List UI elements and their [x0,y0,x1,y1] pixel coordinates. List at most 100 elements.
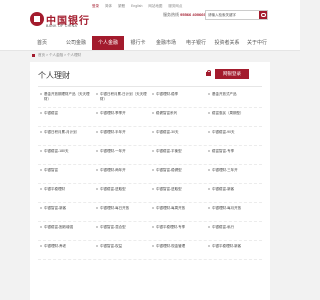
product-link[interactable]: 基金开放期理财产品（天天理财） [40,92,94,107]
row-separator [38,183,262,184]
bullet-icon [96,150,98,152]
product-link[interactable]: 中银稳富-固收增强 [40,225,94,240]
product-link[interactable]: 中银理财-每周开放 [152,206,206,221]
product-link[interactable]: 中银理财-每日开放 [96,206,150,221]
product-link[interactable]: 中银智富-混合型 [96,225,150,240]
bank-logo[interactable]: 中国银行 BANK OF CHINA [30,12,89,34]
bullet-icon [96,188,98,190]
bullet-icon [208,150,210,152]
bullet-icon [208,169,210,171]
nav-item-about[interactable]: 关于中行 [244,36,270,50]
product-label: 中银稳富 [44,111,58,115]
util-link-branches[interactable]: 服务网点 [168,4,182,8]
product-link[interactable]: 中银智富 [40,168,94,183]
product-label: 中银智富-混合型 [100,225,126,229]
bullet-icon [96,245,98,247]
product-link[interactable]: 稳富惠民（周期型） [208,111,262,126]
product-link[interactable]: 中银理财-稳享 [152,92,206,107]
util-link-traditional[interactable]: 繁體 [118,4,125,8]
hotline-label: 服务热线 [163,12,179,17]
bullet-icon [152,207,154,209]
product-link[interactable]: 中银稳富-平衡型 [152,149,206,164]
product-label: 基金开放期理财产品（天天理财） [44,92,90,101]
bullet-icon [40,169,42,171]
product-link[interactable]: 中银稳富-新客 [208,187,262,202]
nav-item-markets[interactable]: 金融市场 [152,36,180,50]
product-link[interactable]: 中银理财-两年开 [96,168,150,183]
product-link[interactable]: 中银理财-一年开 [96,149,150,164]
nav-item-personal[interactable]: 个人金融 [92,36,124,50]
search-icon[interactable] [259,11,267,19]
product-link[interactable]: 稳健智富系列 [152,111,206,126]
bullet-icon [208,112,210,114]
bullet-icon [152,150,154,152]
product-label: 中银稳富-90天 [212,130,235,134]
row-separator [38,145,262,146]
bullet-icon [96,93,98,95]
product-link[interactable]: 中银智富-权益 [96,244,150,259]
bullet-icon [208,188,210,190]
product-link[interactable]: 中银稳富-进取型 [96,187,150,202]
utility-links: 登录 简体 繁體 English 网站地图 服务网点 [92,4,187,9]
product-label: 中银稳富-私行 [212,225,235,229]
product-link[interactable]: 中银理财-三年开 [208,168,262,183]
nav-item-investor[interactable]: 投资者关系 [212,36,242,50]
product-link[interactable]: 中银平稳理财-专享 [152,225,206,240]
product-link[interactable]: 中银平稳理财-新客 [208,244,262,259]
product-link[interactable]: 中银平稳理财 [40,187,94,202]
bullet-icon [208,93,210,95]
product-label: 中银稳富-进取型 [100,187,126,191]
product-link[interactable]: 中银智富-稳健型 [152,168,206,183]
product-link[interactable]: 中银稳富-180天 [40,149,94,164]
product-link[interactable]: 中银智富-进取型 [152,187,206,202]
top-bar: 中国银行 BANK OF CHINA 登录 简体 繁體 English 网站地图… [0,0,300,36]
product-link[interactable]: 中银稳富-30天 [152,130,206,145]
page: 中国银行 BANK OF CHINA 登录 简体 繁體 English 网站地图… [0,0,300,300]
product-link[interactable]: 中银理财-半年开 [96,130,150,145]
product-label: 中银理财-一年开 [100,149,126,153]
util-link-login[interactable]: 登录 [92,4,99,8]
logo-english-name: BANK OF CHINA [46,24,78,28]
nav-item-home[interactable]: 首页 [30,36,54,50]
nav-item-cards[interactable]: 银行卡 [126,36,150,50]
product-link[interactable]: 中银稳富-90天 [208,130,262,145]
product-label: 稳健智富系列 [156,111,177,115]
breadcrumb-personal[interactable]: 个人金融 [49,53,63,57]
search-input[interactable] [208,12,258,18]
row-separator [38,107,262,108]
product-link[interactable]: 中银智富-新客 [40,206,94,221]
util-link-simplified[interactable]: 简体 [105,4,112,8]
row-separator [38,164,262,165]
util-link-sitemap[interactable]: 网站地图 [148,4,162,8]
product-link[interactable]: 中银日积月累-日计划（天天理财） [96,92,150,107]
breadcrumb-home[interactable]: 首页 [38,53,45,57]
bullet-icon [40,112,42,114]
breadcrumb-separator: > [45,53,49,57]
product-link[interactable]: 中银理财-季季开 [96,111,150,126]
hotline-number: 95566 [180,12,192,17]
product-link[interactable]: 中银日积月累-月计划 [40,130,94,145]
product-label: 中银理财-养老 [44,244,67,248]
nav-item-ebanking[interactable]: 电子银行 [182,36,210,50]
bullet-icon [40,207,42,209]
product-label: 中银理财-两年开 [100,168,126,172]
product-link[interactable]: 中银理财-养老 [40,244,94,259]
bullet-icon [152,131,154,133]
product-label: 中银理财-三年开 [212,168,238,172]
row-separator [38,202,262,203]
product-link[interactable]: 基金开放式产品 [208,92,262,107]
bullet-icon [208,207,210,209]
bullet-icon [40,188,42,190]
row-separator [38,126,262,127]
row-separator [38,259,262,260]
nav-item-corporate[interactable]: 公司金融 [60,36,92,50]
product-link[interactable]: 中银稳富 [40,111,94,126]
product-label: 中银智富-权益 [100,244,123,248]
util-link-english[interactable]: English [131,4,142,8]
bullet-icon [40,245,42,247]
bullet-icon [40,131,42,133]
product-link[interactable]: 中银稳富-私行 [208,225,262,240]
product-link[interactable]: 中银理财-每月开放 [208,206,262,221]
product-link[interactable]: 稳富智富-专享 [208,149,262,164]
product-link[interactable]: 中银理财-现金管理 [152,244,206,259]
